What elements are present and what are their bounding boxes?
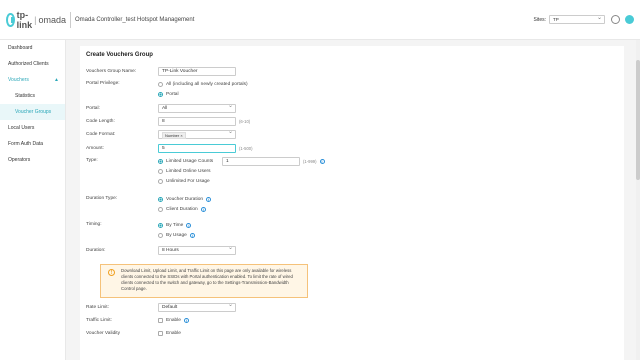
info-icon[interactable]: i [186,222,192,228]
code-length-input[interactable]: 8 [158,116,236,126]
info-icon[interactable]: i [183,317,189,323]
sites-select[interactable]: TP [549,14,605,24]
warning-icon: ! [108,269,115,276]
duration-type-label: Duration Type: [86,196,118,201]
row-group-name: Vouchers Group Name: TP-Link Voucher [86,66,236,76]
sidebar-item-local-users[interactable]: Local Users [0,120,65,136]
remove-tag-icon[interactable]: × [180,133,182,138]
notice-text: Download Limit, Upload Limit, and Traffi… [121,268,293,291]
info-icon[interactable]: i [206,196,212,202]
sidebar: Dashboard Authorized Clients Vouchers ▲ … [0,40,66,360]
row-timing: Timing: By Time i By Usage i [86,220,195,242]
radio-button[interactable] [158,232,163,238]
duration-label: Duration: [86,247,106,253]
row-portal: Portal: All [86,103,236,113]
sidebar-item-voucher-groups[interactable]: Voucher Groups [0,104,65,120]
radio-button[interactable] [158,178,163,184]
timing-by-time-option[interactable]: By Time i [158,220,195,230]
header-divider [70,11,71,28]
checkbox[interactable] [158,317,163,323]
row-type: Type: Limited Usage Counts 1 (1-999) i L… [86,156,325,188]
tp-link-omada-logo[interactable]: tp-link | omada [0,10,66,30]
row-amount: Amount: 5 (1-500) [86,143,253,153]
radio-button-selected[interactable] [158,222,163,228]
sidebar-item-authorized-clients[interactable]: Authorized Clients [0,56,65,72]
row-traffic-limit: Traffic Limit: Enable i [86,315,189,325]
info-icon[interactable]: i [200,206,206,212]
traffic-limit-label: Traffic Limit: [86,317,112,323]
duration-type-voucher-option[interactable]: Voucher Duration i [158,194,212,204]
radio-button-selected[interactable] [158,158,163,164]
voucher-validity-label: Voucher Validity [86,330,121,336]
row-code-format: Code Format: Number × [86,129,236,139]
bandwidth-notice: ! Download Limit, Upload Limit, and Traf… [100,264,308,298]
portal-privilege-label: Portal Privilege: [86,81,120,86]
group-name-input[interactable]: TP-Link Voucher [158,66,236,76]
user-avatar-icon[interactable] [625,15,634,24]
sidebar-item-statistics[interactable]: Statistics [0,88,65,104]
form-title: Create Vouchers Group [86,52,153,58]
sidebar-item-vouchers[interactable]: Vouchers ▲ [0,72,65,88]
radio-button[interactable] [158,168,163,174]
main-content: Create Vouchers Group Vouchers Group Nam… [66,40,640,360]
portal-label: Portal: [86,105,100,111]
logo-product: omada [38,14,66,25]
code-format-label: Code Format: [86,131,116,137]
sites-label: Sites: [533,16,546,23]
amount-label: Amount: [86,145,104,151]
usage-count-input[interactable]: 1 [222,156,300,166]
top-bar: tp-link | omada Omada Controller_test Ho… [0,0,640,40]
rate-limit-label: Rate Limit: [86,304,109,310]
create-vouchers-panel: Create Vouchers Group Vouchers Group Nam… [80,46,624,360]
sidebar-item-form-auth-data[interactable]: Form Auth Data [0,136,65,152]
portal-privilege-portal-option[interactable]: Portal [158,89,248,99]
row-rate-limit: Rate Limit: Default [86,302,236,312]
voucher-validity-enable-checkbox[interactable]: Enable [158,328,181,338]
type-limited-usage-option[interactable]: Limited Usage Counts 1 (1-999) i [158,156,325,166]
refresh-icon[interactable] [611,15,620,24]
radio-button-selected[interactable] [158,91,163,97]
radio-button-selected[interactable] [158,196,163,202]
info-icon[interactable]: i [189,232,195,238]
type-label: Type: [86,158,98,163]
checkbox[interactable] [158,330,163,336]
timing-label: Timing: [86,222,102,227]
info-icon[interactable]: i [319,158,325,164]
tp-link-logo-icon [6,12,15,27]
row-code-length: Code Length: 8 (6-10) [86,116,250,126]
timing-by-usage-option[interactable]: By Usage i [158,230,195,240]
chevron-up-icon: ▲ [54,77,59,83]
code-length-range: (6-10) [239,118,251,124]
scrollbar-thumb[interactable] [636,60,640,180]
rate-limit-select[interactable]: Default [158,302,236,312]
group-name-label: Vouchers Group Name: [86,68,137,74]
row-voucher-validity: Voucher Validity Enable [86,328,181,338]
duration-type-client-option[interactable]: Client Duration i [158,204,211,214]
amount-range: (1-500) [239,145,253,151]
logo-brand: tp-link [16,9,33,30]
page-title: Omada Controller_test Hotspot Management [75,16,195,23]
portal-privilege-all-option[interactable]: All (including all newly created portals… [158,79,248,89]
radio-button[interactable] [158,81,163,87]
row-duration-type: Duration Type: Voucher Duration i Client… [86,194,212,216]
traffic-limit-enable-checkbox[interactable]: Enable i [158,315,189,325]
code-format-tag: Number × [162,131,186,139]
usage-count-range: (1-999) [303,158,317,164]
type-unlimited-option[interactable]: Unlimited For Usage [158,176,325,186]
row-duration: Duration: 8 Hours [86,245,236,255]
code-format-select[interactable]: Number × [158,129,236,139]
code-length-label: Code Length: [86,118,115,124]
type-limited-online-option[interactable]: Limited Online Users [158,166,325,176]
portal-select[interactable]: All [158,103,236,113]
amount-input[interactable]: 5 [158,143,236,153]
sidebar-item-dashboard[interactable]: Dashboard [0,40,65,56]
radio-button[interactable] [158,206,163,212]
duration-select[interactable]: 8 Hours [158,245,236,255]
row-portal-privilege: Portal Privilege: All (including all new… [86,79,248,99]
sidebar-item-operators[interactable]: Operators [0,152,65,168]
